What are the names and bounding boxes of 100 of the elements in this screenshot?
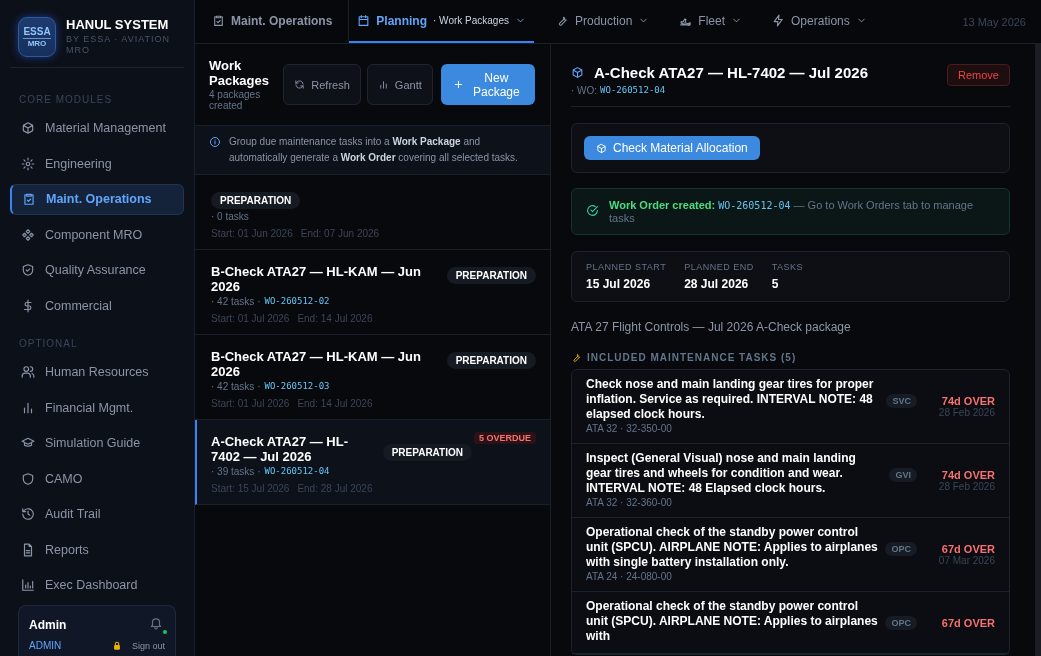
sidebar-item[interactable]: Engineering	[10, 148, 184, 180]
overdue-text: 67d OVER	[941, 543, 995, 555]
sidebar-item[interactable]: Financial Mgmt.	[10, 392, 184, 424]
refresh-button[interactable]: Refresh	[283, 64, 361, 105]
sidebar-item[interactable]: Maint. Operations	[10, 183, 184, 215]
task-title: Operational check of the standby power control unit (SPCU). AIRPLANE NOTE: Applies to airplanes with	[586, 599, 879, 644]
package-title: A-Check ATA27 — HL-7402 — Jul 2026	[594, 64, 868, 81]
package-title: B-Check ATA27 — HL-KAM — Jun 2026	[211, 349, 422, 379]
info-text: Group due maintenance tasks into a Work Package and automatically generate a Work Order covering all selected tasks.	[229, 135, 519, 165]
document-icon	[21, 542, 35, 557]
package-count: 4 packages created	[209, 89, 262, 111]
nav-tab[interactable]: Operations	[764, 0, 875, 43]
package-card[interactable]: B-Check ATA27 — HL-KAM — Jun 2026 PREPARATION · 42 tasks · WO-260512-02 Start: 01 Jul 2026 End: 14 Jul 2026	[195, 250, 550, 335]
status-badge: PREPARATION	[446, 267, 536, 284]
overdue-text: 74d OVER	[941, 469, 995, 481]
end-date: End: 28 Jul 2026	[297, 483, 373, 494]
nav-tab[interactable]: Production	[547, 0, 658, 43]
task-title: Inspect (General Visual) nose and main landing gear tires and wheels for condition and wear. INTERVAL NOTE: 48 Elapsed clock hours.	[586, 451, 857, 496]
due-date: 28 Feb 2026	[938, 407, 995, 418]
date-label: 13 May 2026	[962, 15, 1027, 28]
remove-button[interactable]: Remove	[947, 64, 1010, 86]
end-date: End: 14 Jul 2026	[297, 313, 373, 324]
stat-value: 28 Jul 2026	[684, 277, 750, 291]
task-reference: ATA 32 · 32-360-00	[586, 497, 673, 508]
stat-label: PLANNED END	[684, 262, 754, 272]
end-date: End: 07 Jun 2026	[300, 228, 380, 239]
nav-tab[interactable]: Fleet	[671, 0, 751, 43]
people-icon	[21, 365, 35, 380]
due-date: 07 Mar 2026	[938, 555, 995, 566]
new-package-button[interactable]: New Package	[440, 64, 535, 105]
lock-icon	[111, 640, 122, 652]
stat-value: 15 Jul 2026	[586, 277, 652, 291]
section-heading: CORE MODULES	[18, 93, 114, 107]
gantt-button[interactable]: Gantt	[366, 64, 433, 105]
task-count: · 39 tasks ·	[211, 466, 261, 477]
wrench-icon	[571, 352, 582, 363]
overdue-badge: 5 OVERDUE	[474, 432, 536, 444]
bell-icon[interactable]	[149, 616, 165, 635]
sidebar-item[interactable]: Reports	[10, 534, 184, 566]
task-type-badge: OPC	[885, 616, 917, 630]
sidebar-item[interactable]: Human Resources	[10, 356, 184, 388]
bar-chart-icon	[377, 79, 389, 90]
task-title: Check nose and main landing gear tires for proper inflation. Service as required. INTERVAL NOTE: 48 elapsed clock hours.	[586, 377, 875, 422]
stat-label: TASKS	[771, 262, 804, 272]
package-card[interactable]: PREPARATION · 0 tasks Start: 01 Jun 2026 End: 07 Jun 2026	[195, 175, 550, 250]
task-count: · 0 tasks	[211, 211, 249, 222]
overdue-text: 67d OVER	[941, 617, 995, 629]
diamond-icon	[21, 227, 35, 242]
task-reference: ATA 24 · 24-080-00	[586, 571, 673, 582]
stat-label: PLANNED START	[586, 262, 667, 272]
due-date: 28 Feb 2026	[938, 481, 995, 492]
package-description: ATA 27 Flight Controls — Jul 2026 A-Check package	[571, 320, 852, 334]
task-count: · 42 tasks ·	[211, 381, 261, 392]
nav-tab[interactable]: Maint. Operations	[212, 0, 350, 43]
status-badge: PREPARATION	[382, 444, 472, 461]
box-icon	[571, 66, 584, 79]
logo: ESSA MRO	[18, 17, 56, 57]
overdue-text: 74d OVER	[941, 395, 995, 407]
sidebar-item[interactable]: Audit Trail	[10, 498, 184, 530]
package-title: A-Check ATA27 — HL-7402 — Jul 2026	[211, 434, 349, 464]
bar-chart-icon	[21, 400, 35, 415]
sidebar-item[interactable]: Simulation Guide	[10, 427, 184, 459]
check-material-allocation-button[interactable]: Check Material Allocation	[584, 136, 760, 160]
panel-title: Work Packages	[209, 58, 270, 88]
history-icon	[21, 507, 35, 522]
start-date: Start: 01 Jul 2026	[211, 398, 290, 409]
stat-value: 5	[771, 277, 780, 291]
info-icon	[209, 136, 221, 148]
wo-label: · WO:	[571, 85, 598, 96]
clipboard-icon	[212, 14, 225, 27]
sidebar-item[interactable]: Quality Assurance	[10, 254, 184, 286]
sidebar-item[interactable]: CAMO	[10, 463, 184, 495]
task-type-badge: OPC	[885, 542, 917, 556]
dollar-icon	[21, 298, 35, 313]
lightning-icon	[772, 14, 786, 27]
shield-icon	[21, 263, 35, 278]
task-type-badge: SVC	[886, 394, 917, 408]
end-date: End: 14 Jul 2026	[297, 398, 373, 409]
section-heading: INCLUDED MAINTENANCE TASKS (5)	[587, 352, 797, 363]
sidebar-item[interactable]: Material Management	[10, 113, 184, 144]
task-count: · 42 tasks ·	[211, 296, 261, 307]
sidebar-item[interactable]: Exec Dashboard	[10, 569, 184, 601]
app-subtitle: BY ESSA · AVIATION MRO	[66, 34, 172, 56]
package-title: B-Check ATA27 — HL-KAM — Jun 2026	[211, 264, 422, 294]
box-icon	[21, 121, 35, 136]
sign-out-link[interactable]: Sign out	[131, 640, 165, 651]
user-role: ADMIN	[29, 640, 62, 652]
sidebar-item[interactable]: Component MRO	[10, 219, 184, 251]
status-badge: PREPARATION	[446, 352, 536, 369]
task-type-badge: GVI	[889, 468, 917, 482]
status-badge: PREPARATION	[211, 192, 301, 209]
shield-icon	[21, 471, 35, 486]
start-date: Start: 01 Jul 2026	[211, 313, 290, 324]
sidebar-item[interactable]: Commercial	[10, 290, 184, 322]
work-order-number: WO-260512-04	[264, 466, 330, 477]
user-name: Admin	[29, 618, 67, 633]
start-date: Start: 01 Jun 2026	[211, 228, 293, 239]
clipboard-icon	[22, 192, 36, 207]
plus-icon	[452, 79, 464, 90]
app-name: HANUL SYSTEM	[66, 17, 170, 32]
